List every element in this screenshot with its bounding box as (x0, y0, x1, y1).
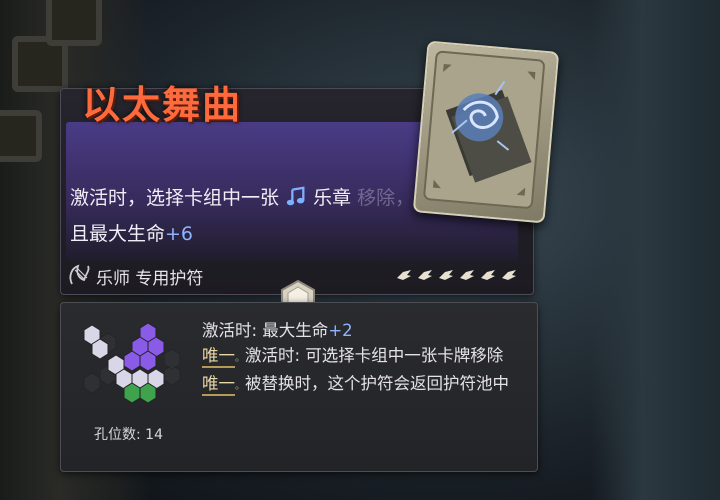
card-art-illustration (423, 50, 545, 209)
effect-line-3: 唯一。被替换时，这个护符会返回护符池中 (202, 371, 528, 399)
hole-layout-grid (83, 322, 181, 404)
wing-icon (439, 270, 453, 280)
wing-icon (418, 270, 432, 280)
keyword-movement[interactable]: 乐章 (313, 187, 351, 209)
lyre-icon (69, 264, 90, 285)
rarity-row (395, 266, 518, 284)
wing-icon (397, 270, 411, 280)
effect-line-1: 激活时: 最大生命+2 (202, 318, 528, 343)
effect-1-bonus: +2 (328, 321, 353, 340)
effect-3-text: 被替换时，这个护符会返回护符池中 (245, 374, 509, 393)
background-glyph (0, 110, 42, 162)
class-label: 乐师 专用护符 (96, 269, 204, 289)
wing-icon (502, 270, 516, 280)
effect-2-text: 激活时: 可选择卡组中一张卡牌移除 (245, 346, 504, 365)
card-title: 以太舞曲 (82, 82, 243, 127)
wing-icon (481, 270, 495, 280)
tag-marker: 。 (235, 381, 245, 392)
hole-count: 孔位数: 14 (94, 427, 163, 443)
description-part3: 且最大生命 (70, 223, 166, 245)
unique-tag[interactable]: 唯一 (202, 346, 235, 368)
unique-tag[interactable]: 唯一 (202, 374, 235, 396)
description-faded: 移除， (357, 187, 415, 209)
max-hp-bonus: +6 (165, 223, 194, 245)
effect-1-text: 激活时: 最大生命 (202, 321, 329, 340)
wing-icon (460, 270, 474, 280)
description-part1: 激活时，选择卡组中一张 (70, 187, 280, 209)
background-pillar (590, 0, 720, 500)
tag-marker: 。 (235, 353, 245, 364)
talisman-effects: 激活时: 最大生命+2 唯一。激活时: 可选择卡组中一张卡牌移除 唯一。被替换时… (202, 318, 528, 399)
music-note-icon (286, 186, 305, 206)
background-glyph (46, 0, 102, 46)
effect-line-2: 唯一。激活时: 可选择卡组中一张卡牌移除 (202, 343, 528, 371)
card-art[interactable] (412, 40, 560, 224)
